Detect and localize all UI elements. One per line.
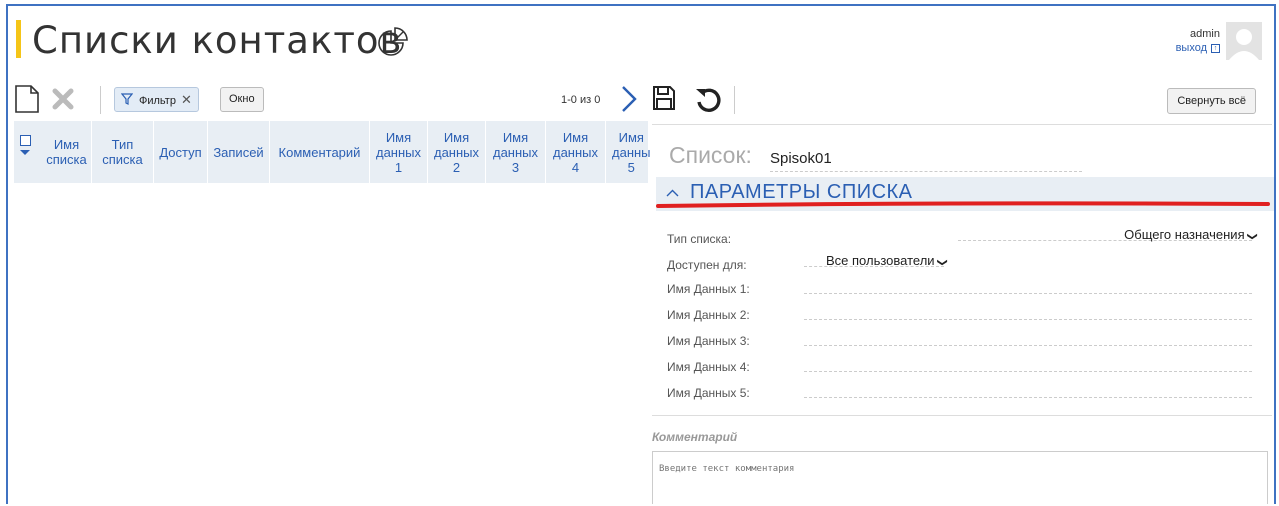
column-header[interactable]: Имя данных 3 — [486, 121, 546, 183]
filter-button[interactable]: Фильтр ✕ — [114, 87, 199, 112]
column-header-line: Имя — [385, 129, 412, 145]
column-header-line: списка — [102, 152, 143, 167]
access-value: Все пользователи — [826, 253, 935, 268]
undo-icon[interactable] — [694, 85, 722, 113]
column-header[interactable]: Тип списка — [92, 121, 154, 183]
column-header-line: Комментарий — [278, 144, 361, 160]
column-header-line: данных — [492, 144, 539, 160]
title-accent-bar — [16, 20, 21, 58]
column-header-line: 3 — [511, 159, 520, 175]
column-header-line: Имя — [443, 129, 470, 145]
column-header-line: списка — [46, 152, 87, 167]
field-label: Доступен для: — [667, 258, 747, 272]
column-header-line: Тип — [111, 137, 134, 152]
list-type-select[interactable]: Общего назначения ❯ — [1124, 227, 1258, 242]
column-header[interactable]: Имя данных 4 — [546, 121, 606, 183]
caret-down-icon[interactable] — [20, 150, 30, 155]
column-header-line: Имя — [618, 129, 644, 145]
list-label: Список: — [669, 142, 752, 168]
user-name: admin — [1190, 28, 1220, 40]
save-icon[interactable] — [652, 85, 676, 111]
column-header[interactable]: Комментарий — [270, 121, 370, 183]
data-name-3-input[interactable] — [804, 345, 1252, 346]
comment-label: Комментарий — [652, 430, 738, 444]
data-name-4-input[interactable] — [804, 371, 1252, 372]
pager-text: 1-0 из 0 — [561, 94, 601, 106]
pie-chart-icon[interactable] — [376, 26, 410, 60]
collapse-all-button[interactable]: Свернуть всё — [1167, 88, 1256, 114]
column-header-line: данны — [612, 144, 651, 160]
toolbar-separator — [100, 86, 101, 114]
list-name-input[interactable]: Spisok01 — [770, 150, 1082, 172]
column-header-line: Имя — [562, 129, 589, 145]
column-header-line: Записей — [213, 144, 264, 160]
column-header-line: Имя — [502, 129, 529, 145]
column-header-line: 2 — [452, 159, 461, 175]
field-label: Тип списка: — [667, 232, 732, 246]
avatar[interactable] — [1226, 22, 1262, 60]
column-header-line: данных — [375, 144, 422, 160]
data-name-5-input[interactable] — [804, 397, 1252, 398]
column-header[interactable]: Имя списка — [42, 121, 92, 183]
column-header-line: Доступ — [159, 144, 202, 160]
filter-clear-icon[interactable]: ✕ — [181, 92, 192, 107]
table-header: Имя списка Тип списка Доступ Записей Комме… — [14, 121, 656, 183]
divider — [652, 415, 1272, 416]
chevron-up-icon[interactable] — [666, 189, 679, 197]
field-label: Имя Данных 2: — [667, 308, 750, 322]
column-header[interactable]: Имя данных 2 — [428, 121, 486, 183]
chevron-right-icon[interactable] — [618, 84, 640, 114]
page-title: Списки контактов — [32, 19, 403, 62]
logout-icon: ↑ — [1211, 43, 1220, 53]
app-window: Списки контактов admin выход ↑ Фильтр ✕ Ок… — [6, 4, 1276, 504]
column-header[interactable]: Имя данны 5 — [606, 121, 656, 183]
column-header-line: Имя — [53, 137, 80, 152]
data-name-1-input[interactable] — [804, 293, 1252, 294]
column-header-line: 1 — [394, 159, 403, 175]
chevron-down-icon: ❯ — [1246, 232, 1258, 241]
divider — [652, 124, 1272, 125]
user-block: admin выход ↑ — [1176, 28, 1220, 54]
field-label: Имя Данных 4: — [667, 360, 750, 374]
column-header-line: 4 — [571, 159, 580, 175]
field-label: Имя Данных 5: — [667, 386, 750, 400]
logout-link[interactable]: выход ↑ — [1176, 42, 1220, 54]
list-type-value: Общего назначения — [1124, 227, 1245, 242]
filter-icon — [121, 93, 133, 105]
access-select[interactable]: Все пользователи ❯ — [826, 253, 948, 268]
data-name-2-input[interactable] — [804, 319, 1252, 320]
chevron-down-icon: ❯ — [936, 258, 948, 267]
annotation-underline — [656, 201, 1270, 208]
delete-icon[interactable] — [52, 88, 74, 110]
column-header[interactable]: Имя данных 1 — [370, 121, 428, 183]
field-label: Имя Данных 1: — [667, 282, 750, 296]
column-header[interactable]: Записей — [208, 121, 270, 183]
field-label: Имя Данных 3: — [667, 334, 750, 348]
filter-label: Фильтр — [139, 95, 176, 107]
comment-textarea[interactable] — [652, 451, 1268, 504]
column-header[interactable]: Доступ — [154, 121, 208, 183]
select-all-checkbox[interactable] — [20, 135, 31, 146]
window-button[interactable]: Окно — [220, 87, 264, 112]
logout-label: выход — [1175, 42, 1207, 54]
column-header-line: данных — [433, 144, 480, 160]
new-document-icon[interactable] — [14, 84, 40, 114]
column-header-line: 5 — [627, 159, 635, 175]
toolbar-separator — [734, 86, 735, 114]
column-header-line: данных — [552, 144, 599, 160]
